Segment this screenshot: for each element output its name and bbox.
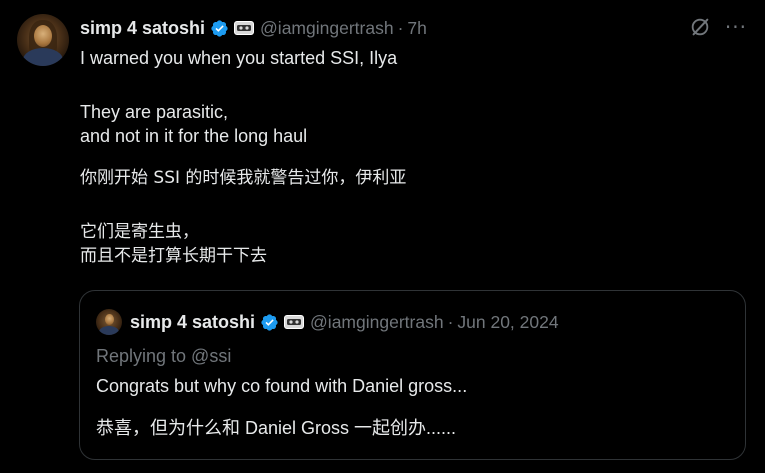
- tweet-timestamp[interactable]: 7h: [407, 18, 426, 39]
- author-avatar[interactable]: [17, 14, 69, 66]
- verified-badge-icon[interactable]: [210, 19, 229, 38]
- quoted-tweet-card[interactable]: simp 4 satoshi @iamgingertrash · Jun 20,…: [79, 290, 746, 460]
- quoted-author-avatar[interactable]: [96, 309, 122, 335]
- quoted-tweet-date[interactable]: Jun 20, 2024: [457, 312, 558, 333]
- tweet[interactable]: simp 4 satoshi @iamgingertrash · 7h ··· …: [0, 0, 765, 473]
- header-separator: ·: [397, 17, 404, 38]
- grok-icon[interactable]: [689, 16, 711, 38]
- avatar-robe: [99, 326, 119, 335]
- avatar-robe: [23, 48, 63, 66]
- replying-to-label[interactable]: Replying to @ssi: [96, 346, 231, 367]
- quoted-author-handle[interactable]: @iamgingertrash: [310, 312, 444, 333]
- author-display-name[interactable]: simp 4 satoshi: [80, 18, 205, 39]
- tweet-translation-line-1: 你刚开始 SSI 的时候我就警告过你，伊利亚: [80, 168, 407, 188]
- header-separator: ·: [447, 311, 454, 332]
- tweet-text-line-1: I warned you when you started SSI, Ilya: [80, 48, 398, 68]
- quoted-author-display-name[interactable]: simp 4 satoshi: [130, 312, 255, 333]
- more-icon[interactable]: ···: [725, 17, 747, 37]
- tweet-header: simp 4 satoshi @iamgingertrash · 7h: [80, 16, 427, 40]
- tweet-text-line-3: and not in it for the long haul: [80, 126, 308, 146]
- quoted-tweet-translation: 恭喜，但为什么和 Daniel Gross 一起创办......: [96, 418, 457, 438]
- affiliate-badge-icon[interactable]: [234, 21, 255, 35]
- avatar-face: [34, 25, 52, 47]
- affiliate-badge-icon[interactable]: [284, 315, 305, 329]
- tweet-text-line-2: They are parasitic,: [80, 102, 229, 122]
- tweet-translation-line-2: 它们是寄生虫，: [80, 222, 199, 242]
- author-handle[interactable]: @iamgingertrash: [260, 18, 394, 39]
- tweet-translation-line-3: 而且不是打算长期干下去: [80, 246, 267, 266]
- tweet-top-actions: ···: [689, 16, 747, 38]
- verified-badge-icon[interactable]: [260, 313, 279, 332]
- quoted-tweet-text: Congrats but why co found with Daniel gr…: [96, 376, 468, 396]
- quoted-tweet-header: simp 4 satoshi @iamgingertrash · Jun 20,…: [130, 310, 559, 334]
- avatar-face: [105, 314, 114, 325]
